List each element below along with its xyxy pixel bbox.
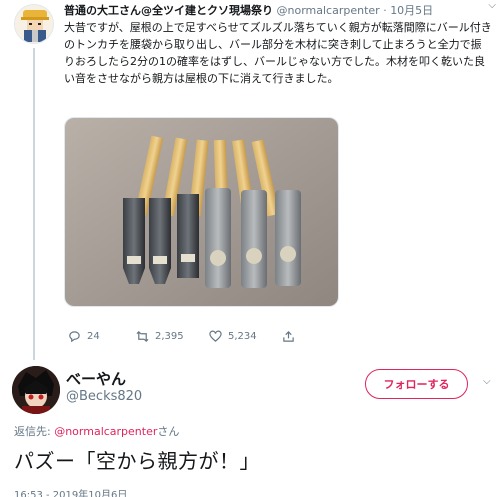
tweet-actions: 24 2,395 5,234 bbox=[64, 330, 494, 348]
separator-dot: · bbox=[383, 4, 387, 17]
retweet-button[interactable]: 2,395 bbox=[136, 330, 184, 343]
tweet-date[interactable]: 10月5日 bbox=[390, 4, 433, 17]
share-button[interactable] bbox=[282, 330, 295, 343]
main-tweet[interactable]: べーやん @Becks820 フォローする ⌵ 返信先: @normalcarp… bbox=[0, 356, 500, 497]
tweet-text: パズー「空から親方が！」 bbox=[14, 449, 260, 473]
avatar[interactable] bbox=[12, 366, 60, 414]
handle[interactable]: @normalcarpenter bbox=[277, 4, 380, 17]
replying-prefix: 返信先: bbox=[14, 425, 55, 438]
tweet-photo[interactable] bbox=[64, 117, 339, 307]
like-button[interactable]: 5,234 bbox=[209, 330, 257, 343]
reply-button[interactable]: 24 bbox=[68, 330, 100, 343]
display-name[interactable]: べーやん bbox=[66, 368, 126, 389]
replying-to: 返信先: @normalcarpenterさん bbox=[14, 423, 179, 439]
handle[interactable]: @Becks820 bbox=[66, 389, 142, 404]
retweet-count: 2,395 bbox=[155, 331, 184, 342]
share-icon bbox=[283, 331, 294, 342]
retweet-icon bbox=[136, 331, 149, 342]
replying-suffix: さん bbox=[157, 425, 180, 438]
display-name[interactable]: 普通の大工さん@全ツイ建とクソ現場祭り bbox=[64, 4, 273, 17]
tweet-text: 大昔ですが、屋根の上で足すべらせてズルズル落ちていく親方が転落間際にバール付きの… bbox=[64, 21, 492, 85]
heart-icon bbox=[209, 330, 222, 342]
parent-tweet[interactable]: 普通の大工さん@全ツイ建とクソ現場祭り @normalcarpenter · 1… bbox=[0, 0, 500, 356]
chevron-down-icon[interactable]: ⌵ bbox=[488, 0, 496, 11]
follow-button[interactable]: フォローする bbox=[365, 369, 468, 399]
avatar[interactable] bbox=[14, 4, 54, 44]
replying-mention-link[interactable]: @normalcarpenter bbox=[54, 425, 157, 438]
reply-icon bbox=[69, 331, 80, 343]
photo-of-six-claw-hammers-icon bbox=[65, 118, 338, 306]
reply-count: 24 bbox=[87, 331, 100, 342]
chevron-down-icon[interactable]: ⌵ bbox=[483, 376, 491, 387]
like-count: 5,234 bbox=[228, 331, 257, 342]
tweet-header: 普通の大工さん@全ツイ建とクソ現場祭り @normalcarpenter · 1… bbox=[64, 3, 494, 18]
tweet-timestamp[interactable]: 16:53 - 2019年10月6日 bbox=[14, 486, 127, 497]
